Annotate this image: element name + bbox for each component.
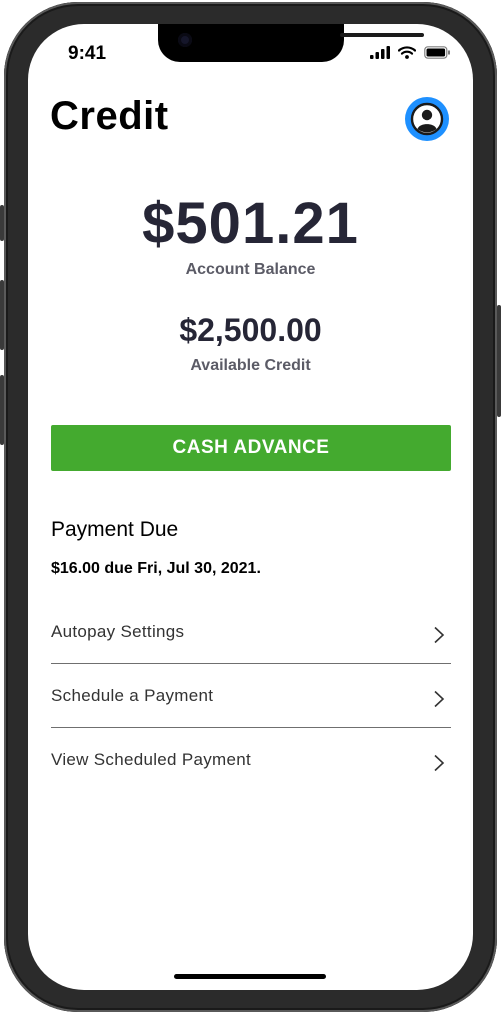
home-indicator[interactable] [174,974,326,979]
power-button [497,305,501,417]
menu-item-schedule-payment[interactable]: Schedule a Payment [51,664,451,728]
cellular-signal-icon [370,46,390,59]
payment-due-text: $16.00 due Fri, Jul 30, 2021. [51,560,261,577]
status-icons [370,46,451,59]
menu-item-label: Schedule a Payment [51,686,214,705]
wifi-icon [398,46,416,59]
battery-icon [424,46,450,59]
chevron-right-icon [434,754,445,772]
profile-button[interactable] [405,97,449,141]
cash-advance-button[interactable]: CASH ADVANCE [51,425,451,471]
volume-down-button [0,375,4,445]
menu-item-label: Autopay Settings [51,622,185,641]
page-title: Credit [50,94,169,138]
payment-menu: Autopay Settings Schedule a Payment View… [51,600,451,791]
available-credit-value: $2,500.00 [179,312,322,348]
speaker-grille [340,33,424,37]
volume-up-button [0,280,4,350]
account-balance-value: $501.21 [142,191,359,256]
front-camera-icon [178,33,192,47]
app-screen: 9:41 Credit $501.21 Account Balance $2,5… [28,24,473,990]
status-time: 9:41 [68,43,107,64]
silent-switch [0,205,4,241]
notch [158,24,424,62]
chevron-right-icon [434,626,445,644]
menu-item-view-scheduled-payment[interactable]: View Scheduled Payment [51,728,451,791]
menu-item-label: View Scheduled Payment [51,750,252,769]
chevron-right-icon [434,690,445,708]
menu-item-autopay-settings[interactable]: Autopay Settings [51,600,451,664]
payment-due-heading: Payment Due [51,518,179,541]
user-circle-icon [410,102,444,136]
account-balance-label: Account Balance [185,261,316,278]
available-credit-label: Available Credit [190,357,311,374]
